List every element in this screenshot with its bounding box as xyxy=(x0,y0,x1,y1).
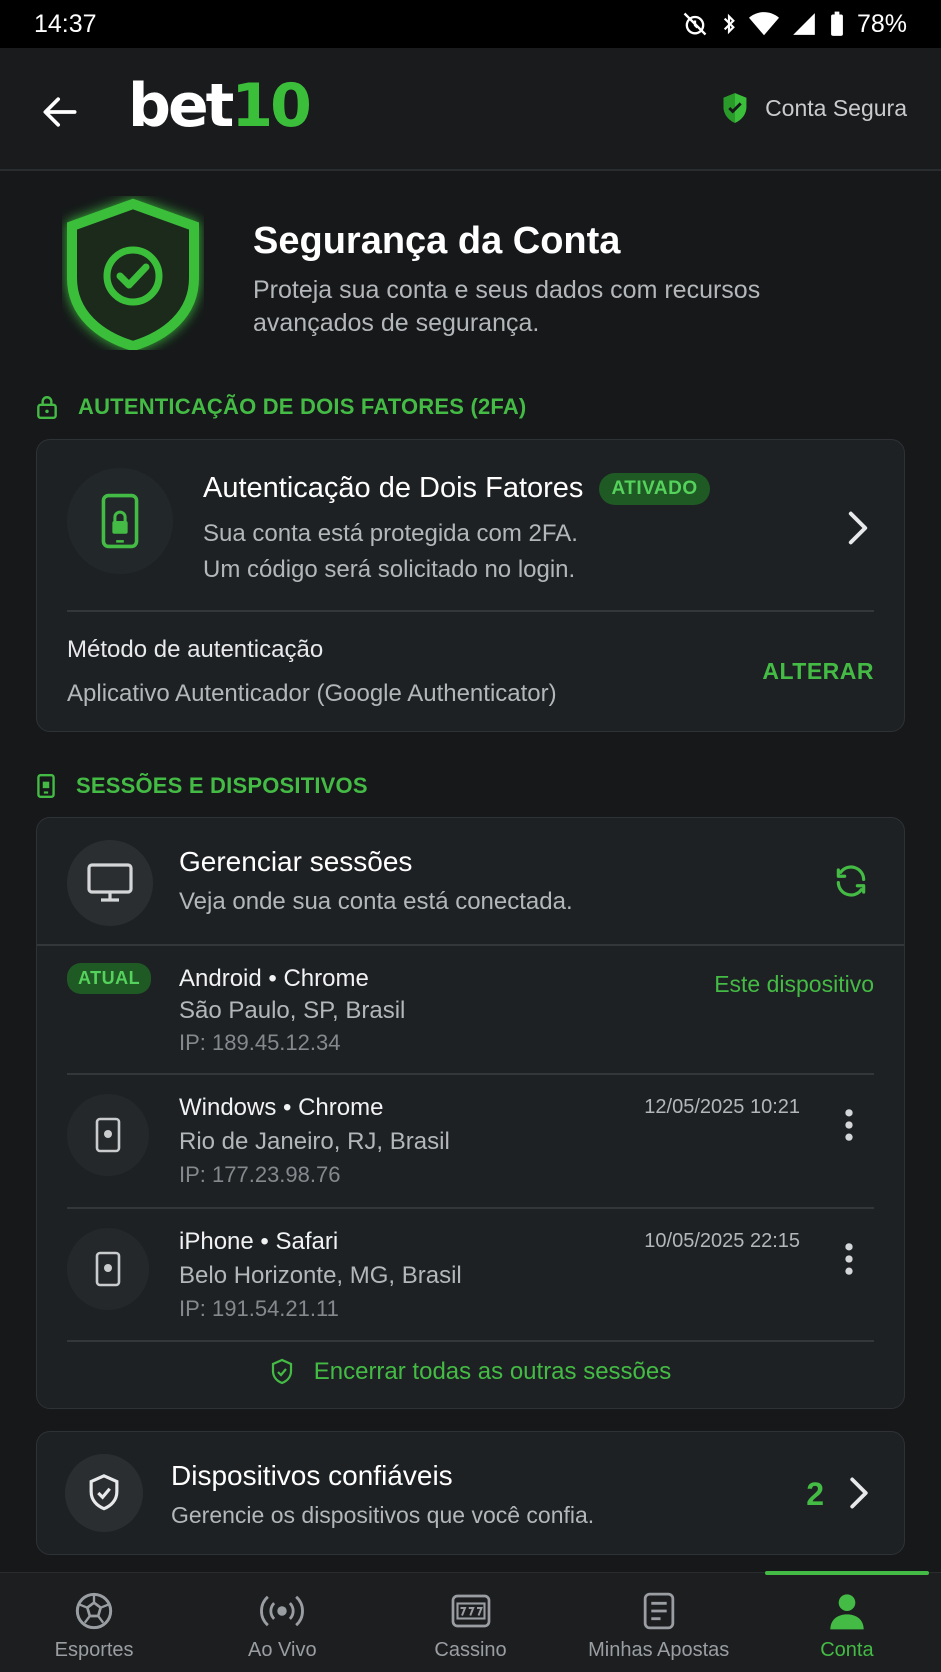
enabled-badge: ATIVADO xyxy=(599,472,710,505)
chevron-right-icon[interactable] xyxy=(846,510,870,546)
two-factor-desc-line1: Sua conta está protegida com 2FA. xyxy=(203,520,578,547)
bluetooth-icon xyxy=(723,13,735,35)
device-icon-wrap xyxy=(67,1228,149,1310)
status-bar: 14:37 78% xyxy=(0,0,941,48)
chevron-right-icon[interactable] xyxy=(848,1476,870,1510)
divider xyxy=(67,610,874,612)
manage-sessions-description: Veja onde sua conta está conectada. xyxy=(179,888,573,915)
manage-sessions-title: Gerenciar sessões xyxy=(179,846,413,877)
nav-label: Ao Vivo xyxy=(248,1639,317,1661)
trusted-devices-count: 2 xyxy=(806,1476,824,1512)
two-factor-description: Sua conta está protegida com 2FA. Um cód… xyxy=(203,516,578,588)
phone-lock-icon-wrap xyxy=(67,468,173,574)
session-row[interactable]: Windows • Chrome Rio de Janeiro, RJ, Bra… xyxy=(37,1074,904,1207)
section-label-2fa-text: AUTENTICAÇÃO DE DOIS FATORES (2FA) xyxy=(78,394,527,419)
session-device: Windows • Chrome xyxy=(179,1094,384,1121)
page-description: Proteja sua conta e seus dados com recur… xyxy=(253,276,761,337)
refresh-icon[interactable] xyxy=(832,862,870,900)
nav-esportes[interactable]: Esportes xyxy=(0,1573,188,1672)
session-ip: IP: 177.23.98.76 xyxy=(179,1162,341,1187)
monitor-icon xyxy=(87,863,133,902)
bet10-logo[interactable]: bet10 xyxy=(128,76,312,136)
trusted-devices-card[interactable]: Dispositivos confiáveis Gerencie os disp… xyxy=(36,1431,905,1555)
session-location: Rio de Janeiro, RJ, Brasil xyxy=(179,1128,450,1155)
session-row[interactable]: iPhone • Safari Belo Horizonte, MG, Bras… xyxy=(37,1208,904,1341)
two-factor-card: Autenticação de Dois Fatores ATIVADO Sua… xyxy=(36,439,905,732)
more-options-icon[interactable] xyxy=(844,1242,854,1276)
soccer-ball-icon xyxy=(75,1592,113,1630)
session-row[interactable]: ATUAL Android • Chrome São Paulo, SP, Br… xyxy=(37,945,904,1073)
lock-icon xyxy=(37,396,57,420)
session-location: Belo Horizonte, MG, Brasil xyxy=(179,1262,462,1289)
auth-method-label: Método de autenticação xyxy=(67,636,324,663)
this-device-label: Este dispositivo xyxy=(714,971,874,997)
two-factor-desc-line2: Um código será solicitado no login. xyxy=(203,556,576,583)
battery-percent: 78% xyxy=(856,9,907,38)
bottom-navigation: Esportes Ao Vivo Cassino Minhas Apostas … xyxy=(0,1571,941,1672)
sessions-card: Gerenciar sessões Veja onde sua conta es… xyxy=(36,817,905,1409)
app-header: bet10 Conta Segura xyxy=(0,48,941,171)
trusted-devices-description: Gerencie os dispositivos que você confia… xyxy=(171,1502,595,1528)
shield-check-icon xyxy=(89,1474,119,1511)
phone-icon xyxy=(95,1117,121,1153)
phone-icon xyxy=(95,1251,121,1287)
section-label-2fa: AUTENTICAÇÃO DE DOIS FATORES (2FA) xyxy=(36,394,526,420)
alarm-off-icon xyxy=(683,12,707,36)
page-title: Segurança da Conta xyxy=(253,220,621,262)
nav-label: Conta xyxy=(820,1639,874,1661)
nav-ao-vivo[interactable]: Ao Vivo xyxy=(188,1573,376,1672)
session-device: iPhone • Safari xyxy=(179,1228,339,1255)
two-factor-row[interactable]: Autenticação de Dois Fatores ATIVADO xyxy=(203,472,710,505)
device-icon-wrap xyxy=(67,1094,149,1176)
nav-conta[interactable]: Conta xyxy=(753,1571,941,1672)
section-label-sessions-text: SESSÕES E DISPOSITIVOS xyxy=(76,773,368,798)
nav-label: Cassino xyxy=(434,1639,507,1661)
secure-account-indicator[interactable]: Conta Segura xyxy=(721,92,907,124)
nav-minhas-apostas[interactable]: Minhas Apostas xyxy=(565,1573,753,1672)
nav-label: Esportes xyxy=(54,1639,134,1661)
battery-icon xyxy=(831,11,843,36)
monitor-icon-wrap xyxy=(67,840,153,926)
device-icon xyxy=(37,773,55,799)
section-label-sessions: SESSÕES E DISPOSITIVOS xyxy=(36,773,368,799)
security-shield-icon xyxy=(62,196,204,352)
phone-lock-icon xyxy=(101,493,139,549)
more-options-icon[interactable] xyxy=(844,1108,854,1142)
auth-method-value: Aplicativo Autenticador (Google Authenti… xyxy=(67,680,557,707)
secure-label: Conta Segura xyxy=(765,94,907,121)
trusted-devices-title: Dispositivos confiáveis xyxy=(171,1460,453,1491)
end-other-sessions-label: Encerrar todas as outras sessões xyxy=(313,1358,672,1385)
nav-label: Minhas Apostas xyxy=(588,1639,730,1661)
nav-cassino[interactable]: Cassino xyxy=(376,1573,564,1672)
session-date: 12/05/2025 10:21 xyxy=(644,1096,800,1118)
signal-icon xyxy=(793,13,815,35)
shield-check-icon xyxy=(271,1358,292,1385)
back-button[interactable] xyxy=(38,90,82,134)
session-ip: IP: 191.54.21.11 xyxy=(179,1296,339,1321)
wifi-icon xyxy=(748,12,779,36)
logo-bet: bet xyxy=(128,71,234,141)
session-date: 10/05/2025 22:15 xyxy=(644,1230,800,1252)
logo-ten: 10 xyxy=(231,71,311,141)
live-broadcast-icon xyxy=(260,1595,305,1627)
status-time: 14:37 xyxy=(34,9,97,38)
shield-icon-wrap xyxy=(65,1454,143,1532)
status-icons: 78% xyxy=(681,10,907,39)
end-other-sessions-button[interactable]: Encerrar todas as outras sessões xyxy=(37,1358,904,1386)
divider xyxy=(67,1340,874,1342)
bet-slip-icon xyxy=(643,1592,674,1630)
session-location: São Paulo, SP, Brasil xyxy=(179,997,406,1024)
shield-check-icon xyxy=(723,93,747,123)
session-device: Android • Chrome xyxy=(179,965,369,992)
session-ip: IP: 189.45.12.34 xyxy=(179,1030,341,1055)
slot-machine-icon xyxy=(451,1594,490,1628)
user-icon xyxy=(830,1594,864,1630)
change-method-button[interactable]: ALTERAR xyxy=(762,658,874,685)
two-factor-title: Autenticação de Dois Fatores xyxy=(203,472,584,504)
current-badge: ATUAL xyxy=(67,963,152,994)
arrow-left-icon xyxy=(43,97,77,127)
